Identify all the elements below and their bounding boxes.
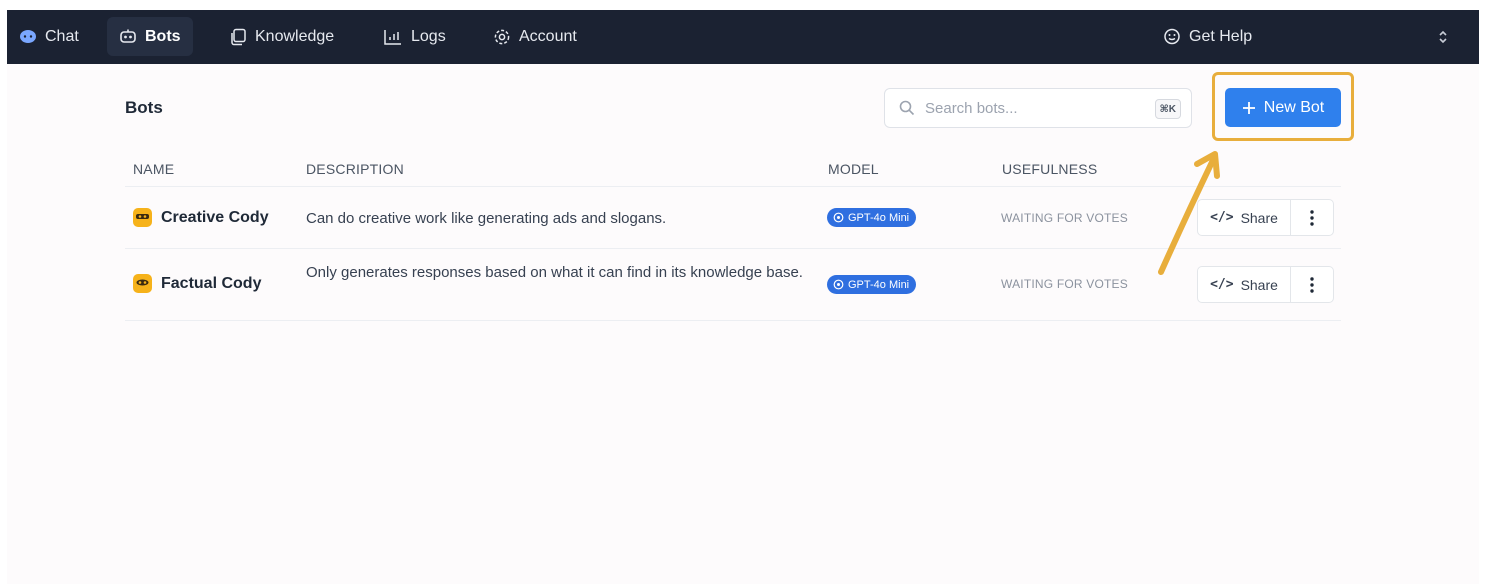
plus-icon [1242,101,1255,114]
bot-avatar-icon [133,274,152,293]
search-input[interactable] [925,99,1191,117]
page-title: Bots [125,98,163,117]
column-header-model: MODEL [828,161,879,177]
nav-account[interactable]: Account [481,17,589,56]
annotation-arrow [1158,151,1220,275]
documents-icon [231,28,246,45]
bot-description: Only generates responses based on what i… [306,264,803,281]
bot-name-cell[interactable]: Creative Cody [133,208,269,227]
chart-icon [384,29,401,45]
openai-icon [833,279,844,290]
share-label: Share [1240,276,1278,293]
column-header-name: NAME [133,161,175,177]
nav-chat[interactable]: Chat [7,17,91,56]
new-bot-label: New Bot [1263,98,1325,116]
kebab-menu-icon [1310,209,1314,226]
openai-icon [833,212,844,223]
bot-avatar-icon [133,208,152,227]
model-badge: GPT-4o Mini [827,208,917,227]
nav-bots-label: Bots [145,27,181,45]
model-name: GPT-4o Mini [848,211,910,224]
keyboard-shortcut-badge: ⌘K [1154,99,1181,119]
kebab-menu-icon [1310,276,1314,293]
bot-name: Factual Cody [161,274,262,292]
chat-bubble-icon [20,29,36,43]
bot-description: Can do creative work like generating ads… [306,210,667,227]
more-options-button[interactable] [1291,200,1333,235]
chevron-updown-icon[interactable] [1435,27,1451,47]
column-header-description: DESCRIPTION [306,161,404,177]
search-box[interactable]: ⌘K [884,88,1192,128]
nav-knowledge-label: Knowledge [255,27,335,45]
nav-chat-label: Chat [45,27,79,45]
get-help-label: Get Help [1189,27,1253,45]
bot-icon [120,29,136,43]
usefulness-status: WAITING FOR VOTES [1001,211,1128,225]
top-nav: Chat Bots Knowledge Logs Account Get Hel… [7,10,1479,64]
more-options-button[interactable] [1291,267,1333,302]
app-frame: Chat Bots Knowledge Logs Account Get Hel… [7,10,1479,584]
column-header-usefulness: USEFULNESS [1002,161,1098,177]
bot-name: Creative Cody [161,208,269,226]
usefulness-status: WAITING FOR VOTES [1001,277,1128,291]
nav-account-label: Account [519,27,577,45]
get-help-link[interactable]: Get Help [1163,17,1252,56]
nav-logs-label: Logs [411,27,446,45]
share-label: Share [1240,209,1278,226]
divider [125,320,1341,321]
gear-icon [494,29,510,44]
search-icon [899,100,915,116]
new-bot-button[interactable]: New Bot [1225,88,1341,127]
nav-knowledge[interactable]: Knowledge [217,17,346,56]
model-badge: GPT-4o Mini [827,275,917,294]
nav-logs[interactable]: Logs [371,17,458,56]
help-chat-icon [1164,28,1180,44]
bot-name-cell[interactable]: Factual Cody [133,274,261,293]
nav-bots[interactable]: Bots [107,17,193,56]
model-name: GPT-4o Mini [848,278,910,291]
